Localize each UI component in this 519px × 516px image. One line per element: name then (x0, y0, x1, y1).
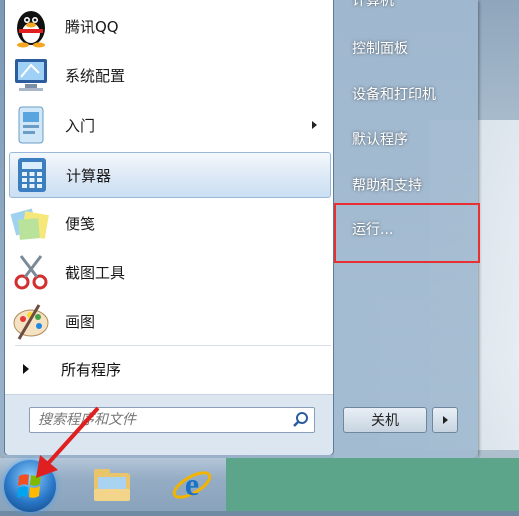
program-label: 入门 (65, 116, 96, 135)
program-item-calculator[interactable]: 计算器 (9, 152, 331, 198)
calculator-icon (10, 153, 54, 197)
search-box (29, 407, 315, 433)
expand-arrow-icon (23, 364, 29, 374)
start-menu: 腾讯QQ 系统配置 入门 计算器 便笺 截图工具 画图 所有程序 搜索程序和文件… (0, 0, 480, 458)
snipping-tool-icon (9, 250, 53, 294)
program-label: 系统配置 (65, 66, 126, 85)
program-item-qq[interactable]: 腾讯QQ (9, 4, 329, 48)
highlight-box (334, 203, 480, 263)
program-label: 腾讯QQ (65, 17, 119, 36)
program-item-system-config[interactable]: 系统配置 (9, 53, 329, 97)
internet-explorer-icon: e (172, 466, 212, 502)
search-input[interactable] (36, 408, 290, 432)
explorer-taskbar-button[interactable] (90, 463, 134, 507)
right-item-help-support[interactable]: 帮助和支持 (352, 175, 422, 195)
system-config-icon (9, 53, 53, 97)
all-programs-label: 所有程序 (61, 360, 122, 379)
right-item-default-programs[interactable]: 默认程序 (352, 129, 408, 149)
start-button[interactable] (4, 460, 56, 512)
program-label: 计算器 (66, 166, 112, 185)
program-item-paint[interactable]: 画图 (9, 299, 329, 343)
submenu-arrow-icon (312, 121, 317, 129)
all-programs-item[interactable]: 所有程序 (5, 355, 325, 383)
right-item-devices-printers[interactable]: 设备和打印机 (352, 84, 436, 104)
right-item-control-panel[interactable]: 控制面板 (352, 38, 408, 58)
sticky-notes-icon (9, 201, 53, 245)
shutdown-button[interactable]: 关机 (343, 407, 427, 433)
program-item-getting-started[interactable]: 入门 (9, 103, 329, 147)
search-icon[interactable] (292, 411, 310, 429)
folder-icon (94, 469, 130, 501)
getting-started-icon (9, 103, 53, 147)
shutdown-options-button[interactable] (432, 407, 458, 433)
chevron-right-icon (443, 416, 448, 424)
program-label: 便笺 (65, 214, 96, 233)
program-label: 画图 (65, 312, 96, 331)
program-item-sticky-notes[interactable]: 便笺 (9, 201, 329, 245)
programs-pane: 腾讯QQ 系统配置 入门 计算器 便笺 截图工具 画图 所有程序 搜索程序和文件 (4, 0, 334, 455)
windows-logo-icon (17, 474, 41, 498)
search-area (5, 394, 333, 455)
paint-icon (9, 299, 53, 343)
svg-text:e: e (185, 466, 199, 502)
menu-separator (15, 345, 331, 346)
program-item-snipping-tool[interactable]: 截图工具 (9, 250, 329, 294)
program-label: 截图工具 (65, 263, 126, 282)
right-item-computer[interactable]: 计算机 (352, 0, 394, 10)
taskbar-highlight-region (226, 458, 519, 511)
qq-penguin-icon (9, 4, 53, 48)
ie-taskbar-button[interactable]: e (170, 463, 214, 507)
